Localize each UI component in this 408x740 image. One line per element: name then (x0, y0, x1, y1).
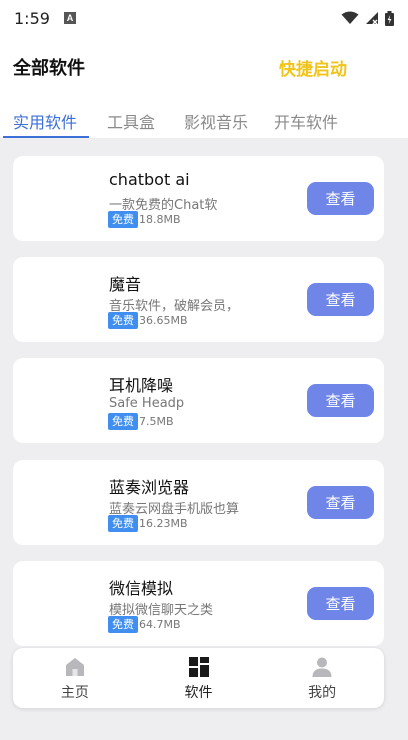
nav-item-software[interactable]: 软件 (137, 648, 261, 708)
app-meta: 免费 64.7MB (108, 616, 181, 633)
app-card: 微信模拟 模拟微信聊天之类 免费 64.7MB 查看 (13, 561, 384, 646)
view-button[interactable]: 查看 (307, 587, 374, 620)
bottom-nav: 主页 软件 我的 (13, 648, 384, 708)
tab-video-music[interactable]: 影视音乐 (184, 100, 248, 138)
status-icons (341, 10, 394, 26)
notification-a-icon: A (63, 12, 76, 24)
app-description: Safe Headp (109, 396, 185, 411)
wifi-icon (341, 11, 359, 24)
home-icon (65, 658, 84, 676)
nav-item-profile[interactable]: 我的 (260, 648, 384, 708)
app-card: chatbot ai 一款免费的Chat软 免费 18.8MB 查看 (13, 156, 384, 241)
tab-toolbox[interactable]: 工具盒 (107, 100, 155, 138)
user-icon (312, 657, 332, 677)
apps-grid-icon (188, 657, 209, 677)
app-card: 蓝奏浏览器 蓝奏云网盘手机版也算 免费 16.23MB 查看 (13, 460, 384, 545)
free-badge: 免费 (108, 616, 138, 633)
app-size: 7.5MB (139, 415, 174, 428)
app-meta: 免费 16.23MB (108, 515, 188, 532)
app-name: 蓝奏浏览器 (109, 478, 190, 497)
app-size: 18.8MB (139, 213, 181, 226)
status-bar: 1:59 A (0, 0, 408, 36)
free-badge: 免费 (108, 312, 138, 329)
app-size: 64.7MB (139, 618, 181, 631)
view-button[interactable]: 查看 (307, 283, 374, 316)
app-meta: 免费 36.65MB (108, 312, 188, 329)
signal-icon (366, 12, 378, 25)
nav-label: 主页 (60, 685, 89, 701)
header: 全部软件 快捷启动 (0, 44, 408, 90)
app-size: 16.23MB (139, 517, 188, 530)
free-badge: 免费 (108, 211, 138, 228)
view-button[interactable]: 查看 (307, 384, 374, 417)
category-tabs: 实用软件 工具盒 影视音乐 开车软件 (0, 100, 408, 138)
page-title: 全部软件 (13, 58, 85, 79)
view-button[interactable]: 查看 (307, 182, 374, 215)
app-card: 耳机降噪 Safe Headp 免费 7.5MB 查看 (13, 358, 384, 443)
nav-label: 软件 (184, 685, 213, 701)
free-badge: 免费 (108, 515, 138, 532)
app-name: 微信模拟 (109, 579, 174, 598)
app-card: 魔音 音乐软件，破解会员， 免费 36.65MB 查看 (13, 257, 384, 342)
app-meta: 免费 7.5MB (108, 413, 174, 430)
status-time: 1:59 (14, 8, 50, 28)
app-name: chatbot ai (109, 170, 190, 189)
app-name: 耳机降噪 (109, 376, 174, 395)
nav-item-home[interactable]: 主页 (13, 648, 137, 708)
battery-icon (385, 10, 394, 26)
app-name: 魔音 (109, 275, 142, 294)
free-badge: 免费 (108, 413, 138, 430)
view-button[interactable]: 查看 (307, 486, 374, 519)
app-meta: 免费 18.8MB (108, 211, 181, 228)
app-size: 36.65MB (139, 314, 188, 327)
nav-label: 我的 (308, 685, 337, 701)
tab-utility-software[interactable]: 实用软件 (2, 100, 90, 138)
quick-launch-button[interactable]: 快捷启动 (279, 55, 347, 80)
tab-driving-software[interactable]: 开车软件 (274, 100, 338, 138)
